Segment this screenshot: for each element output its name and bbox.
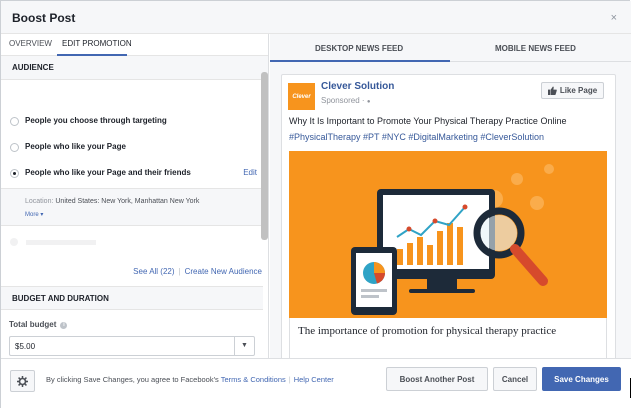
cancel-button[interactable]: Cancel xyxy=(493,367,537,391)
settings-button[interactable] xyxy=(10,370,35,392)
info-icon[interactable]: i xyxy=(60,322,68,329)
terms-link[interactable]: Terms & Conditions xyxy=(221,375,286,384)
more-link[interactable]: More ▾ xyxy=(25,211,43,218)
page-name-link[interactable]: Clever Solution xyxy=(321,81,394,92)
create-audience-link[interactable]: Create New Audience xyxy=(185,267,262,276)
location-text: Location: United States: New York, Manha… xyxy=(25,198,199,205)
thumbs-up-icon xyxy=(547,86,557,95)
globe-icon: ● xyxy=(366,99,371,105)
radio-placeholder xyxy=(10,238,18,246)
terms-notice-text: By clicking Save Changes, you agree to F… xyxy=(46,375,219,384)
dialog-footer: By clicking Save Changes, you agree to F… xyxy=(1,358,631,409)
link-separator: | xyxy=(288,375,291,384)
active-tab-indicator xyxy=(57,54,127,56)
location-label: Location: xyxy=(25,198,54,205)
post-text: Why It Is Important to Promote Your Phys… xyxy=(289,116,567,126)
preview-panel: DESKTOP NEWS FEED MOBILE NEWS FEED Cleve… xyxy=(270,34,631,358)
tab-overview[interactable]: OVERVIEW xyxy=(9,39,52,48)
terms-notice: By clicking Save Changes, you agree to F… xyxy=(46,375,334,384)
gear-icon xyxy=(17,375,28,387)
radio-button[interactable] xyxy=(10,143,19,152)
location-value: United States: New York, Manhattan New Y… xyxy=(55,198,200,205)
sponsored-label: Sponsored · ● xyxy=(321,96,370,105)
boost-another-post-button[interactable]: Boost Another Post xyxy=(386,367,488,391)
see-all-link[interactable]: See All (22) xyxy=(133,267,174,276)
page-avatar: Clever xyxy=(288,83,315,110)
help-center-link[interactable]: Help Center xyxy=(294,375,334,384)
post-image[interactable] xyxy=(289,151,607,318)
label-placeholder xyxy=(26,240,96,245)
settings-tabs: OVERVIEW EDIT PROMOTION xyxy=(1,34,268,56)
audience-option-targeting[interactable]: People you choose through targeting xyxy=(1,112,263,130)
tab-edit-promotion[interactable]: EDIT PROMOTION xyxy=(62,39,132,48)
radio-button[interactable] xyxy=(10,117,19,126)
budget-value: $5.00 xyxy=(15,342,36,351)
text-cursor xyxy=(630,378,631,398)
total-budget-label: Total budget i xyxy=(9,320,68,329)
post-preview-card: Clever Clever Solution Sponsored · ● Lik… xyxy=(281,74,616,358)
active-tab-indicator xyxy=(270,60,450,62)
radio-button-selected[interactable] xyxy=(10,169,19,178)
like-page-label: Like Page xyxy=(559,86,598,95)
audience-option-label: People you choose through targeting xyxy=(25,116,167,125)
boost-post-dialog: Boost Post × OVERVIEW EDIT PROMOTION AUD… xyxy=(0,0,631,409)
budget-heading: BUDGET AND DURATION xyxy=(1,286,263,310)
edit-audience-link[interactable]: Edit xyxy=(243,168,257,177)
dialog-title: Boost Post xyxy=(12,11,76,25)
audience-option-label: People who like your Page and their frie… xyxy=(25,168,191,177)
chevron-down-icon[interactable]: ▼ xyxy=(234,337,254,355)
link-separator: | xyxy=(178,267,181,276)
total-budget-text: Total budget xyxy=(9,320,57,329)
tab-desktop-news-feed[interactable]: DESKTOP NEWS FEED xyxy=(315,44,403,53)
audience-links: See All (22) | Create New Audience xyxy=(133,267,262,276)
settings-panel: OVERVIEW EDIT PROMOTION AUDIENCE People … xyxy=(1,34,269,358)
audience-option-page-likers-friends[interactable]: People who like your Page and their frie… xyxy=(1,164,263,182)
audience-section: People you choose through targeting Peop… xyxy=(1,80,268,276)
link-title[interactable]: The importance of promotion for physical… xyxy=(289,318,607,358)
audience-option-page-likers[interactable]: People who like your Page xyxy=(1,138,263,156)
total-budget-select[interactable]: $5.00 ▼ xyxy=(9,336,255,356)
analytics-illustration xyxy=(289,151,607,318)
audience-option-label: People who like your Page xyxy=(25,142,126,151)
close-icon[interactable]: × xyxy=(611,13,617,24)
like-page-button[interactable]: Like Page xyxy=(541,82,604,99)
tab-mobile-news-feed[interactable]: MOBILE NEWS FEED xyxy=(495,44,576,53)
sponsored-text: Sponsored · xyxy=(321,96,367,105)
scrollbar-thumb[interactable] xyxy=(261,72,268,240)
post-hashtags[interactable]: #PhysicalTherapy #PT #NYC #DigitalMarket… xyxy=(289,132,544,142)
faded-audience-option xyxy=(10,238,100,246)
audience-details: Location: United States: New York, Manha… xyxy=(1,188,263,226)
dialog-header: Boost Post × xyxy=(1,1,631,34)
preview-tabs: DESKTOP NEWS FEED MOBILE NEWS FEED xyxy=(270,34,631,62)
save-changes-button[interactable]: Save Changes xyxy=(542,367,621,391)
audience-heading: AUDIENCE xyxy=(1,56,268,80)
